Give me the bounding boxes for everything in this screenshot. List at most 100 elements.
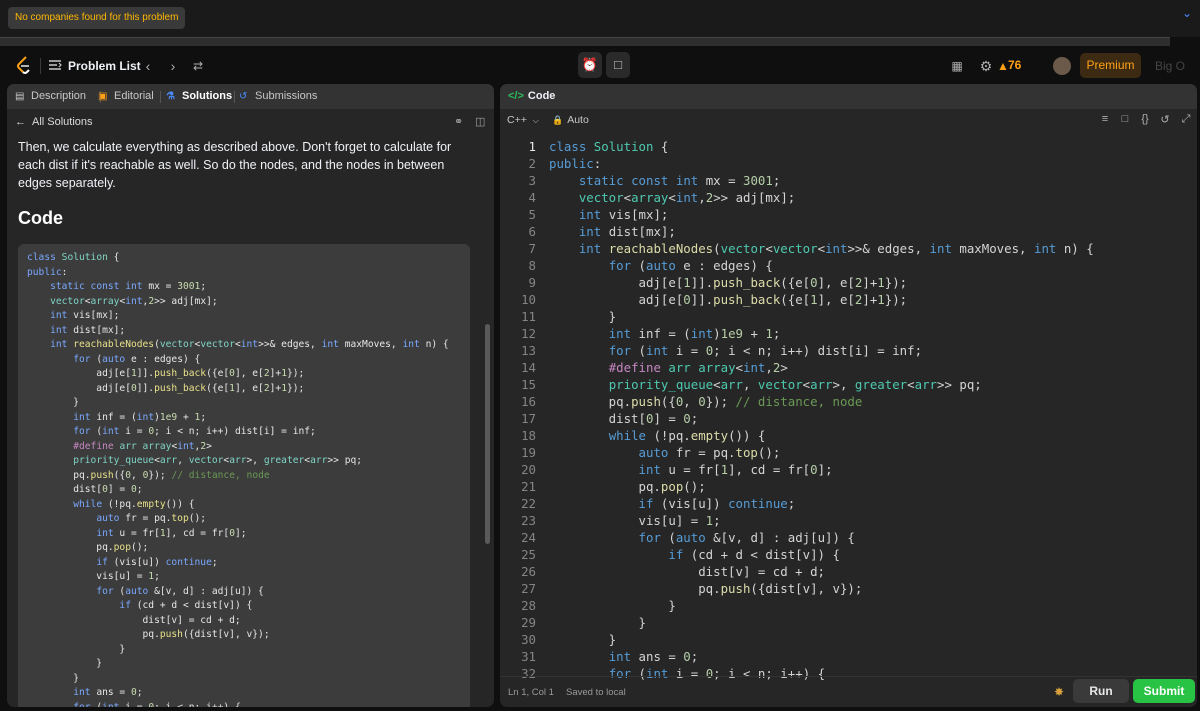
editor-line-code[interactable]: }: [549, 632, 616, 647]
link-icon[interactable]: ⚭: [454, 115, 463, 128]
editor-line-code[interactable]: adj[e[1]].push_back({e[0], e[2]+1});: [549, 275, 908, 290]
editor-line-code[interactable]: int reachableNodes(vector<vector<int>>& …: [549, 241, 1094, 256]
editor-line[interactable]: 20 int u = fr[1], cd = fr[0];: [500, 462, 1197, 479]
editor-line-code[interactable]: pq.push({dist[v], v});: [549, 581, 862, 596]
run-button[interactable]: Run: [1073, 679, 1129, 703]
editor-line-code[interactable]: for (int i = 0; i < n; i++) dist[i] = in…: [549, 343, 922, 358]
auto-mode-toggle[interactable]: 🔒 Auto: [552, 114, 589, 126]
timer-icon[interactable]: ⏰: [578, 52, 602, 78]
editor-line[interactable]: 27 pq.push({dist[v], v});: [500, 581, 1197, 598]
editor-line-code[interactable]: adj[e[0]].push_back({e[1], e[2]+1});: [549, 292, 908, 307]
notes-icon[interactable]: □: [606, 52, 630, 78]
debug-icon[interactable]: ✸: [1054, 685, 1064, 699]
editor-line-code[interactable]: auto fr = pq.top();: [549, 445, 781, 460]
solution-code-line: }: [27, 672, 79, 684]
editor-line-code[interactable]: #define arr array<int,2>: [549, 360, 788, 375]
line-number: 28: [521, 598, 536, 613]
editor-line[interactable]: 17 dist[0] = 0;: [500, 411, 1197, 428]
editor-line[interactable]: 18 while (!pq.empty()) {: [500, 428, 1197, 445]
format-icon[interactable]: ≡: [1098, 113, 1112, 127]
solution-code-line: auto fr = pq.top();: [96, 513, 207, 524]
editor-line-code[interactable]: int vis[mx];: [549, 207, 669, 222]
braces-icon[interactable]: {}: [1138, 113, 1152, 127]
left-scrollbar[interactable]: [485, 324, 490, 544]
editor-line[interactable]: 28 }: [500, 598, 1197, 615]
editor-line-code[interactable]: int ans = 0;: [549, 649, 699, 664]
editor-line-code[interactable]: if (cd + d < dist[v]) {: [549, 547, 840, 562]
submit-button[interactable]: Submit: [1133, 679, 1195, 703]
editor-line-code[interactable]: int u = fr[1], cd = fr[0];: [549, 462, 833, 477]
editor-line[interactable]: 30 }: [500, 632, 1197, 649]
editor-line[interactable]: 7 int reachableNodes(vector<vector<int>>…: [500, 241, 1197, 258]
editor-line-code[interactable]: vector<array<int,2>> adj[mx];: [549, 190, 795, 205]
problem-list-title[interactable]: Problem List: [68, 59, 141, 73]
line-number: 26: [521, 564, 536, 579]
editor-line[interactable]: 14 #define arr array<int,2>: [500, 360, 1197, 377]
editor-line-code[interactable]: }: [549, 309, 616, 324]
editor-line[interactable]: 2 public:: [500, 156, 1197, 173]
editor-line[interactable]: 19 auto fr = pq.top();: [500, 445, 1197, 462]
editor-line[interactable]: 31 int ans = 0;: [500, 649, 1197, 666]
editor-line-code[interactable]: priority_queue<arr, vector<arr>, greater…: [549, 377, 982, 392]
editor-line-code[interactable]: pq.pop();: [549, 479, 706, 494]
editor-line-code[interactable]: int inf = (int)1e9 + 1;: [549, 326, 781, 341]
tab-code[interactable]: </> Code: [508, 84, 555, 109]
avatar[interactable]: [1053, 57, 1071, 75]
editor-line[interactable]: 1 class Solution {: [500, 139, 1197, 156]
prev-problem-icon[interactable]: ‹: [138, 56, 158, 76]
editor-line[interactable]: 5 int vis[mx];: [500, 207, 1197, 224]
editor-line[interactable]: 23 vis[u] = 1;: [500, 513, 1197, 530]
editor-line[interactable]: 6 int dist[mx];: [500, 224, 1197, 241]
editor-line[interactable]: 11 }: [500, 309, 1197, 326]
editor-line[interactable]: 10 adj[e[0]].push_back({e[1], e[2]+1});: [500, 292, 1197, 309]
leetcode-logo[interactable]: [14, 55, 34, 75]
editor-line[interactable]: 29 }: [500, 615, 1197, 632]
split-view-icon[interactable]: ◫: [475, 115, 485, 128]
problem-list-icon[interactable]: [48, 58, 62, 72]
reset-icon[interactable]: ↺: [1158, 113, 1172, 127]
tab-description[interactable]: ▤ Description: [15, 84, 86, 109]
chevron-down-icon[interactable]: ⌄: [1182, 6, 1192, 20]
editor-line-code[interactable]: dist[0] = 0;: [549, 411, 699, 426]
editor-line[interactable]: 16 pq.push({0, 0}); // distance, node: [500, 394, 1197, 411]
all-solutions-link[interactable]: ← All Solutions: [15, 112, 93, 132]
editor-line-code[interactable]: for (auto &[v, d] : adj[u]) {: [549, 530, 855, 545]
editor-line[interactable]: 3 static const int mx = 3001;: [500, 173, 1197, 190]
editor-line[interactable]: 21 pq.pop();: [500, 479, 1197, 496]
editor-line-code[interactable]: while (!pq.empty()) {: [549, 428, 766, 443]
expand-icon[interactable]: ⤢: [1179, 113, 1193, 127]
premium-button[interactable]: Premium: [1080, 53, 1141, 78]
editor-line[interactable]: 13 for (int i = 0; i < n; i++) dist[i] =…: [500, 343, 1197, 360]
editor-line[interactable]: 8 for (auto e : edges) {: [500, 258, 1197, 275]
editor-line-code[interactable]: }: [549, 598, 675, 613]
streak-count[interactable]: 76: [1008, 58, 1021, 72]
editor-line-code[interactable]: vis[u] = 1;: [549, 513, 721, 528]
tab-editorial[interactable]: ▣ Editorial: [98, 84, 154, 109]
tab-submissions[interactable]: ↺ Submissions: [239, 84, 317, 109]
tab-solutions[interactable]: ⚗ Solutions: [166, 84, 232, 109]
editor-line[interactable]: 22 if (vis[u]) continue;: [500, 496, 1197, 513]
layout-grid-icon[interactable]: ▦: [947, 56, 967, 76]
editor-line-code[interactable]: }: [549, 615, 646, 630]
editor-line-code[interactable]: int dist[mx];: [549, 224, 676, 239]
editor-line[interactable]: 12 int inf = (int)1e9 + 1;: [500, 326, 1197, 343]
editor-line-code[interactable]: for (auto e : edges) {: [549, 258, 773, 273]
shuffle-icon[interactable]: ⇄: [188, 56, 208, 76]
editor-line[interactable]: 26 dist[v] = cd + d;: [500, 564, 1197, 581]
editor-line[interactable]: 4 vector<array<int,2>> adj[mx];: [500, 190, 1197, 207]
editor-line-code[interactable]: pq.push({0, 0}); // distance, node: [549, 394, 863, 409]
next-problem-icon[interactable]: ›: [163, 56, 183, 76]
editor-line-code[interactable]: class Solution {: [549, 139, 668, 154]
editor-line[interactable]: 9 adj[e[1]].push_back({e[0], e[2]+1});: [500, 275, 1197, 292]
editor-line-code[interactable]: static const int mx = 3001;: [549, 173, 780, 188]
bookmark-icon[interactable]: □: [1118, 113, 1132, 127]
editor-line[interactable]: 25 if (cd + d < dist[v]) {: [500, 547, 1197, 564]
editor-line-code[interactable]: if (vis[u]) continue;: [549, 496, 796, 511]
editor-line[interactable]: 15 priority_queue<arr, vector<arr>, grea…: [500, 377, 1197, 394]
editor-line-code[interactable]: dist[v] = cd + d;: [549, 564, 825, 579]
language-select[interactable]: C++ ⌵: [507, 114, 539, 126]
editor-line[interactable]: 24 for (auto &[v, d] : adj[u]) {: [500, 530, 1197, 547]
horizontal-scrollbar[interactable]: [0, 37, 1170, 46]
editor-line-code[interactable]: public:: [549, 156, 601, 171]
line-number: 24: [521, 530, 536, 545]
